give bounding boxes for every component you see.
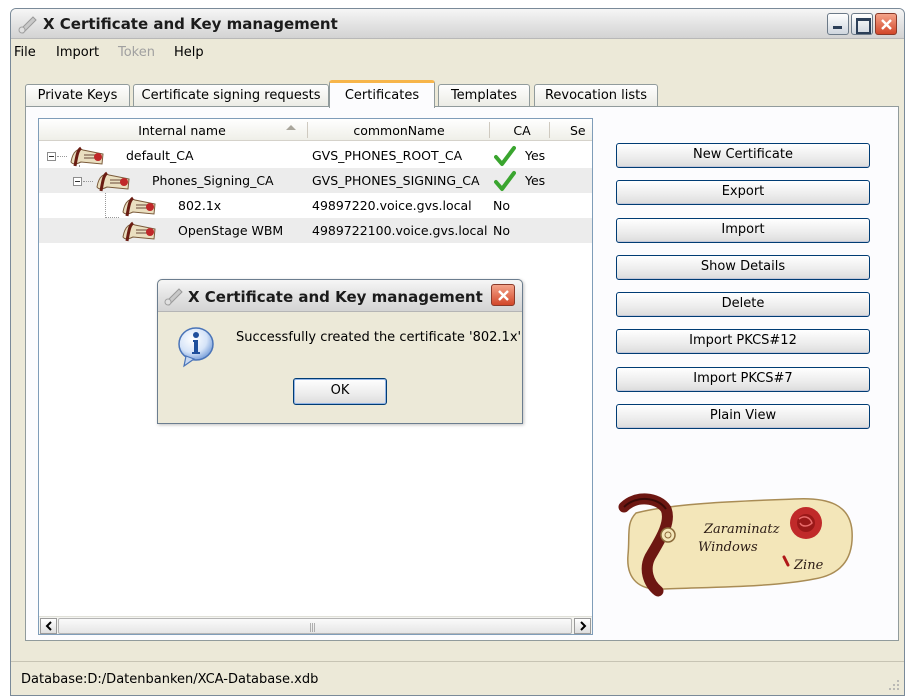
grip-icon: ||| xyxy=(309,623,316,633)
table-row[interactable]: OpenStage WBM 4989722100.voice.gvs.local… xyxy=(39,218,592,243)
action-panel: New Certificate Export Import Show Detai… xyxy=(599,107,887,635)
import-pkcs7-button[interactable]: Import PKCS#7 xyxy=(616,367,870,392)
tab-templates[interactable]: Templates xyxy=(438,84,530,107)
table-row[interactable]: Phones_Signing_CA GVS_PHONES_SIGNING_CA … xyxy=(39,168,592,193)
cell-ca: No xyxy=(493,198,510,213)
logo-text-2: Windows xyxy=(698,540,758,555)
cell-internal-name: 802.1x xyxy=(178,198,222,213)
cell-ca: Yes xyxy=(525,148,546,163)
tree-line xyxy=(83,181,93,182)
tab-private-keys[interactable]: Private Keys xyxy=(25,84,130,107)
cell-common-name: 49897220.voice.gvs.local xyxy=(312,198,472,213)
window-title: X Certificate and Key management xyxy=(43,15,338,33)
export-button[interactable]: Export xyxy=(616,180,870,205)
resize-grip-icon[interactable] xyxy=(888,679,900,691)
dialog-title: X Certificate and Key management xyxy=(188,288,483,306)
tab-certificate-signing-requests[interactable]: Certificate signing requests xyxy=(133,84,329,107)
delete-button[interactable]: Delete xyxy=(616,292,870,317)
cell-common-name: GVS_PHONES_ROOT_CA xyxy=(312,148,463,163)
cell-common-name: 4989722100.voice.gvs.local xyxy=(312,223,488,238)
new-certificate-button[interactable]: New Certificate xyxy=(616,143,870,168)
column-serial[interactable]: Se xyxy=(570,123,592,138)
close-icon xyxy=(498,290,509,301)
column-ca[interactable]: CA xyxy=(497,123,547,138)
info-icon xyxy=(178,327,214,368)
maximize-button[interactable] xyxy=(851,13,873,35)
scroll-logo: Zaraminatz Windows Zine xyxy=(618,493,853,597)
scroll-left-button[interactable] xyxy=(40,618,57,634)
certificate-icon xyxy=(70,146,104,167)
title-bar[interactable]: X Certificate and Key management xyxy=(11,9,904,39)
table-row[interactable]: default_CA GVS_PHONES_ROOT_CA Yes xyxy=(39,143,592,168)
column-internal-name[interactable]: Internal name xyxy=(117,123,247,138)
chevron-left-icon xyxy=(45,621,52,631)
import-button[interactable]: Import xyxy=(616,218,870,243)
cell-internal-name: default_CA xyxy=(126,148,194,163)
plain-view-button[interactable]: Plain View xyxy=(616,404,870,429)
column-separator[interactable] xyxy=(549,122,550,138)
chevron-right-icon xyxy=(579,621,586,631)
certificate-icon xyxy=(122,221,156,242)
tree-line xyxy=(57,156,67,157)
collapse-icon[interactable] xyxy=(47,152,56,161)
scroll-right-button[interactable] xyxy=(574,618,591,634)
tab-certificates[interactable]: Certificates xyxy=(329,80,435,108)
minimize-button[interactable] xyxy=(827,13,849,35)
collapse-icon[interactable] xyxy=(73,177,82,186)
close-button[interactable] xyxy=(875,13,897,35)
menu-help[interactable]: Help xyxy=(174,45,204,60)
dialog-message: Successfully created the certificate '80… xyxy=(236,330,522,345)
cell-internal-name: OpenStage WBM xyxy=(178,223,284,238)
cell-common-name: GVS_PHONES_SIGNING_CA xyxy=(312,173,480,188)
show-details-button[interactable]: Show Details xyxy=(616,255,870,280)
check-icon xyxy=(494,146,516,166)
logo-text-3: Zine xyxy=(793,558,824,573)
sort-ascending-icon xyxy=(286,125,296,130)
column-separator[interactable] xyxy=(489,122,490,138)
certificate-icon xyxy=(122,196,156,217)
app-icon xyxy=(18,16,37,34)
horizontal-scrollbar[interactable]: ||| xyxy=(39,616,592,634)
import-pkcs12-button[interactable]: Import PKCS#12 xyxy=(616,329,870,354)
cell-internal-name: Phones_Signing_CA xyxy=(152,173,274,188)
status-bar: Database:D:/Datenbanken/XCA-Database.xdb xyxy=(11,661,904,695)
app-icon xyxy=(164,288,183,306)
table-header: Internal name commonName CA Se xyxy=(39,119,592,141)
menu-bar: File Import Token Help xyxy=(11,40,904,64)
scroll-thumb[interactable]: ||| xyxy=(58,618,572,634)
ok-button[interactable]: OK xyxy=(293,378,387,405)
table-row[interactable]: 802.1x 49897220.voice.gvs.local No xyxy=(39,193,592,218)
dialog-close-button[interactable] xyxy=(491,284,515,306)
logo-text-1: Zaraminatz xyxy=(703,522,780,537)
certificate-icon xyxy=(96,171,130,192)
close-icon xyxy=(881,19,892,30)
check-icon xyxy=(494,171,516,191)
menu-import[interactable]: Import xyxy=(56,45,99,60)
column-common-name[interactable]: commonName xyxy=(339,123,459,138)
cell-ca: Yes xyxy=(525,173,546,188)
message-dialog: X Certificate and Key management Success… xyxy=(157,279,523,424)
cell-ca: No xyxy=(493,223,510,238)
tab-revocation-lists[interactable]: Revocation lists xyxy=(534,84,658,107)
menu-file[interactable]: File xyxy=(14,45,36,60)
column-separator[interactable] xyxy=(307,122,308,138)
database-path: Database:D:/Datenbanken/XCA-Database.xdb xyxy=(21,672,319,687)
menu-token: Token xyxy=(118,45,155,60)
dialog-title-bar[interactable]: X Certificate and Key management xyxy=(158,280,522,312)
